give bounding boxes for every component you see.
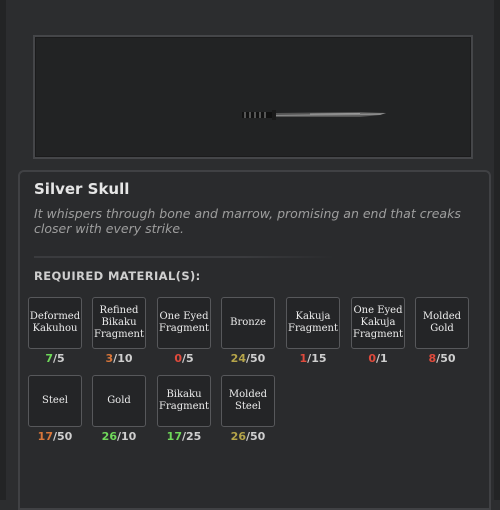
material-box[interactable]: Bronze [221, 297, 275, 349]
material-count: 8/50 [415, 352, 469, 365]
required-materials-label: REQUIRED MATERIAL(S): [34, 269, 201, 283]
material-name: Gold [106, 395, 132, 407]
material-box[interactable]: Deformed Kakuhou [28, 297, 82, 349]
material-name: Bronze [229, 317, 267, 329]
material-name: Molded Steel [222, 389, 274, 413]
material-box[interactable]: Molded Gold [415, 297, 469, 349]
material-box[interactable]: Molded Steel [221, 375, 275, 427]
material-box[interactable]: One Eyed Fragment [157, 297, 211, 349]
material-slot[interactable]: Gold 26/10 [92, 375, 146, 443]
material-slot[interactable]: Kakuja Fragment 1/15 [286, 297, 340, 365]
material-name: One Eyed Fragment [158, 311, 210, 335]
material-slot[interactable]: One Eyed Kakuja Fragment 0/1 [351, 297, 405, 365]
material-slot[interactable]: One Eyed Fragment 0/5 [157, 297, 211, 365]
item-preview [33, 35, 473, 159]
material-count: 17/50 [28, 430, 82, 443]
item-description: It whispers through bone and marrow, pro… [34, 206, 464, 236]
material-slot[interactable]: Refined Bikaku Fragment 3/10 [92, 297, 146, 365]
material-count: 26/10 [92, 430, 146, 443]
material-slot[interactable]: Molded Steel 26/50 [221, 375, 275, 443]
material-name: Refined Bikaku Fragment [93, 305, 145, 341]
material-slot[interactable]: Bronze 24/50 [221, 297, 275, 365]
material-count: 0/1 [351, 352, 405, 365]
divider [34, 256, 334, 258]
material-slot[interactable]: Deformed Kakuhou 7/5 [28, 297, 82, 365]
material-name: Molded Gold [416, 311, 468, 335]
material-count: 1/15 [286, 352, 340, 365]
material-box[interactable]: Kakuja Fragment [286, 297, 340, 349]
material-count: 17/25 [157, 430, 211, 443]
katana-icon [240, 107, 390, 121]
material-count: 26/50 [221, 430, 275, 443]
material-count: 7/5 [28, 352, 82, 365]
material-box[interactable]: Steel [28, 375, 82, 427]
material-name: Steel [41, 395, 69, 407]
material-slot[interactable]: Molded Gold 8/50 [415, 297, 469, 365]
material-count: 3/10 [92, 352, 146, 365]
material-count: 24/50 [221, 352, 275, 365]
left-edge [0, 0, 6, 500]
material-name: One Eyed Kakuja Fragment [352, 305, 404, 341]
material-box[interactable]: One Eyed Kakuja Fragment [351, 297, 405, 349]
material-count: 0/5 [157, 352, 211, 365]
material-slot[interactable]: Steel 17/50 [28, 375, 82, 443]
item-details-panel: Silver Skull It whispers through bone an… [18, 170, 491, 510]
item-title: Silver Skull [34, 180, 129, 198]
right-edge [494, 0, 500, 500]
material-box[interactable]: Gold [92, 375, 146, 427]
material-box[interactable]: Bikaku Fragment [157, 375, 211, 427]
material-box[interactable]: Refined Bikaku Fragment [92, 297, 146, 349]
material-name: Bikaku Fragment [158, 389, 210, 413]
material-slot[interactable]: Bikaku Fragment 17/25 [157, 375, 211, 443]
material-name: Deformed Kakuhou [29, 311, 81, 335]
material-name: Kakuja Fragment [287, 311, 339, 335]
